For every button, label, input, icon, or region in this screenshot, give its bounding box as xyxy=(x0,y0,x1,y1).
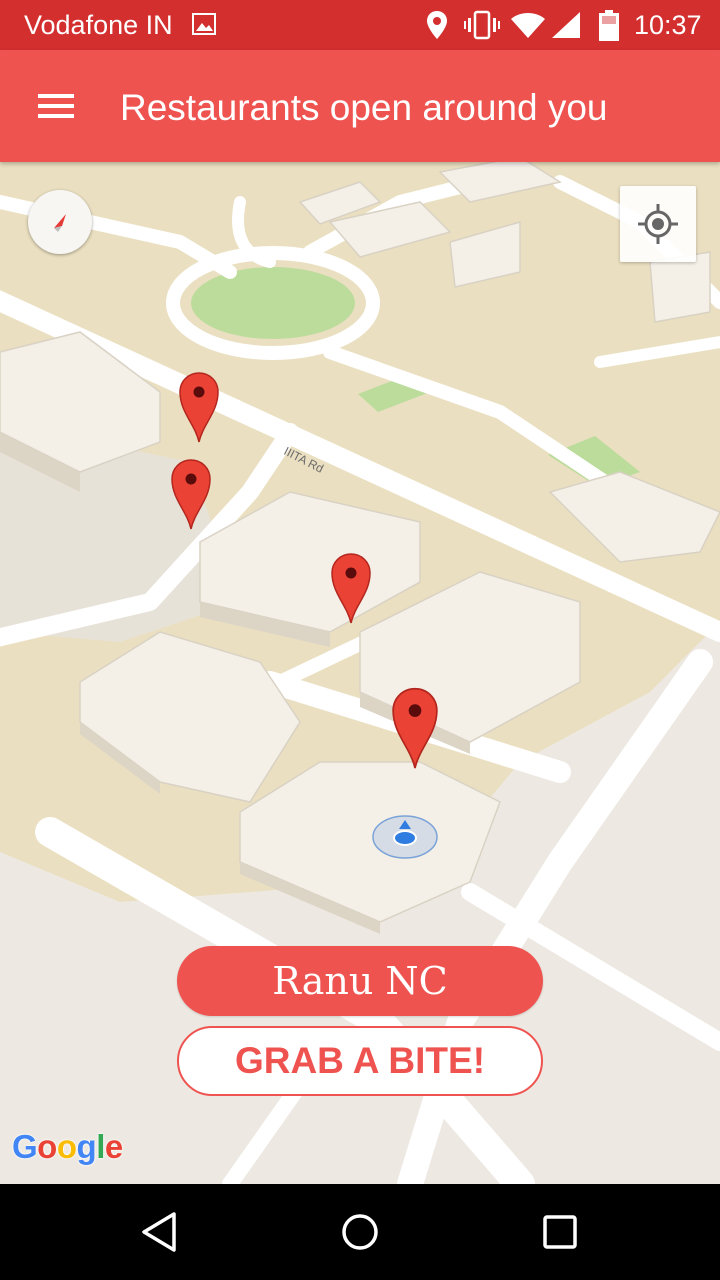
restaurant-marker[interactable] xyxy=(179,372,219,444)
google-letter: l xyxy=(96,1128,105,1165)
restaurant-marker[interactable] xyxy=(171,459,211,531)
recents-button[interactable] xyxy=(534,1206,586,1258)
my-location-button[interactable] xyxy=(620,186,696,262)
restaurant-name-button[interactable]: Ranu NC xyxy=(177,946,543,1016)
carrier-name: Vodafone IN xyxy=(24,10,173,40)
google-attribution: Google xyxy=(12,1128,123,1166)
home-button[interactable] xyxy=(334,1206,386,1258)
home-circle-icon xyxy=(342,1214,378,1250)
menu-button[interactable] xyxy=(24,78,88,134)
map-pin-icon xyxy=(171,459,211,530)
back-triangle-icon xyxy=(142,1212,176,1252)
app-bar: Restaurants open around you xyxy=(0,50,720,162)
my-location-icon xyxy=(638,204,678,244)
hamburger-menu-icon xyxy=(38,94,74,118)
cell-signal-icon xyxy=(550,10,582,45)
grab-a-bite-button[interactable]: GRAB A BITE! xyxy=(177,1026,543,1096)
map-view[interactable]: IIITA Rd Ranu NC GRAB A BITE! Google xyxy=(0,162,720,1184)
compass-button[interactable] xyxy=(28,190,92,254)
status-bar: Vodafone IN 10:37 xyxy=(0,0,720,50)
restaurant-marker[interactable] xyxy=(392,687,438,771)
location-pin-icon xyxy=(426,10,448,45)
back-button[interactable] xyxy=(134,1206,186,1258)
google-letter: G xyxy=(12,1128,38,1165)
clock: 10:37 xyxy=(634,10,702,40)
image-icon xyxy=(192,13,216,35)
page-title: Restaurants open around you xyxy=(120,87,608,128)
wifi-icon xyxy=(510,10,546,45)
location-dot-icon xyxy=(372,815,438,859)
map-pin-icon xyxy=(331,553,371,624)
battery-icon xyxy=(598,10,620,47)
current-location-marker xyxy=(372,815,438,859)
map-pin-icon xyxy=(392,687,438,769)
restaurant-marker[interactable] xyxy=(331,553,371,625)
google-letter: g xyxy=(76,1128,97,1165)
google-letter: e xyxy=(104,1128,123,1165)
map-pin-icon xyxy=(179,372,219,443)
recents-square-icon xyxy=(543,1215,577,1249)
vibrate-icon xyxy=(464,10,500,45)
compass-icon xyxy=(54,214,66,232)
navigation-bar xyxy=(0,1184,720,1280)
google-letter: o xyxy=(56,1128,77,1165)
google-letter: o xyxy=(37,1128,57,1165)
